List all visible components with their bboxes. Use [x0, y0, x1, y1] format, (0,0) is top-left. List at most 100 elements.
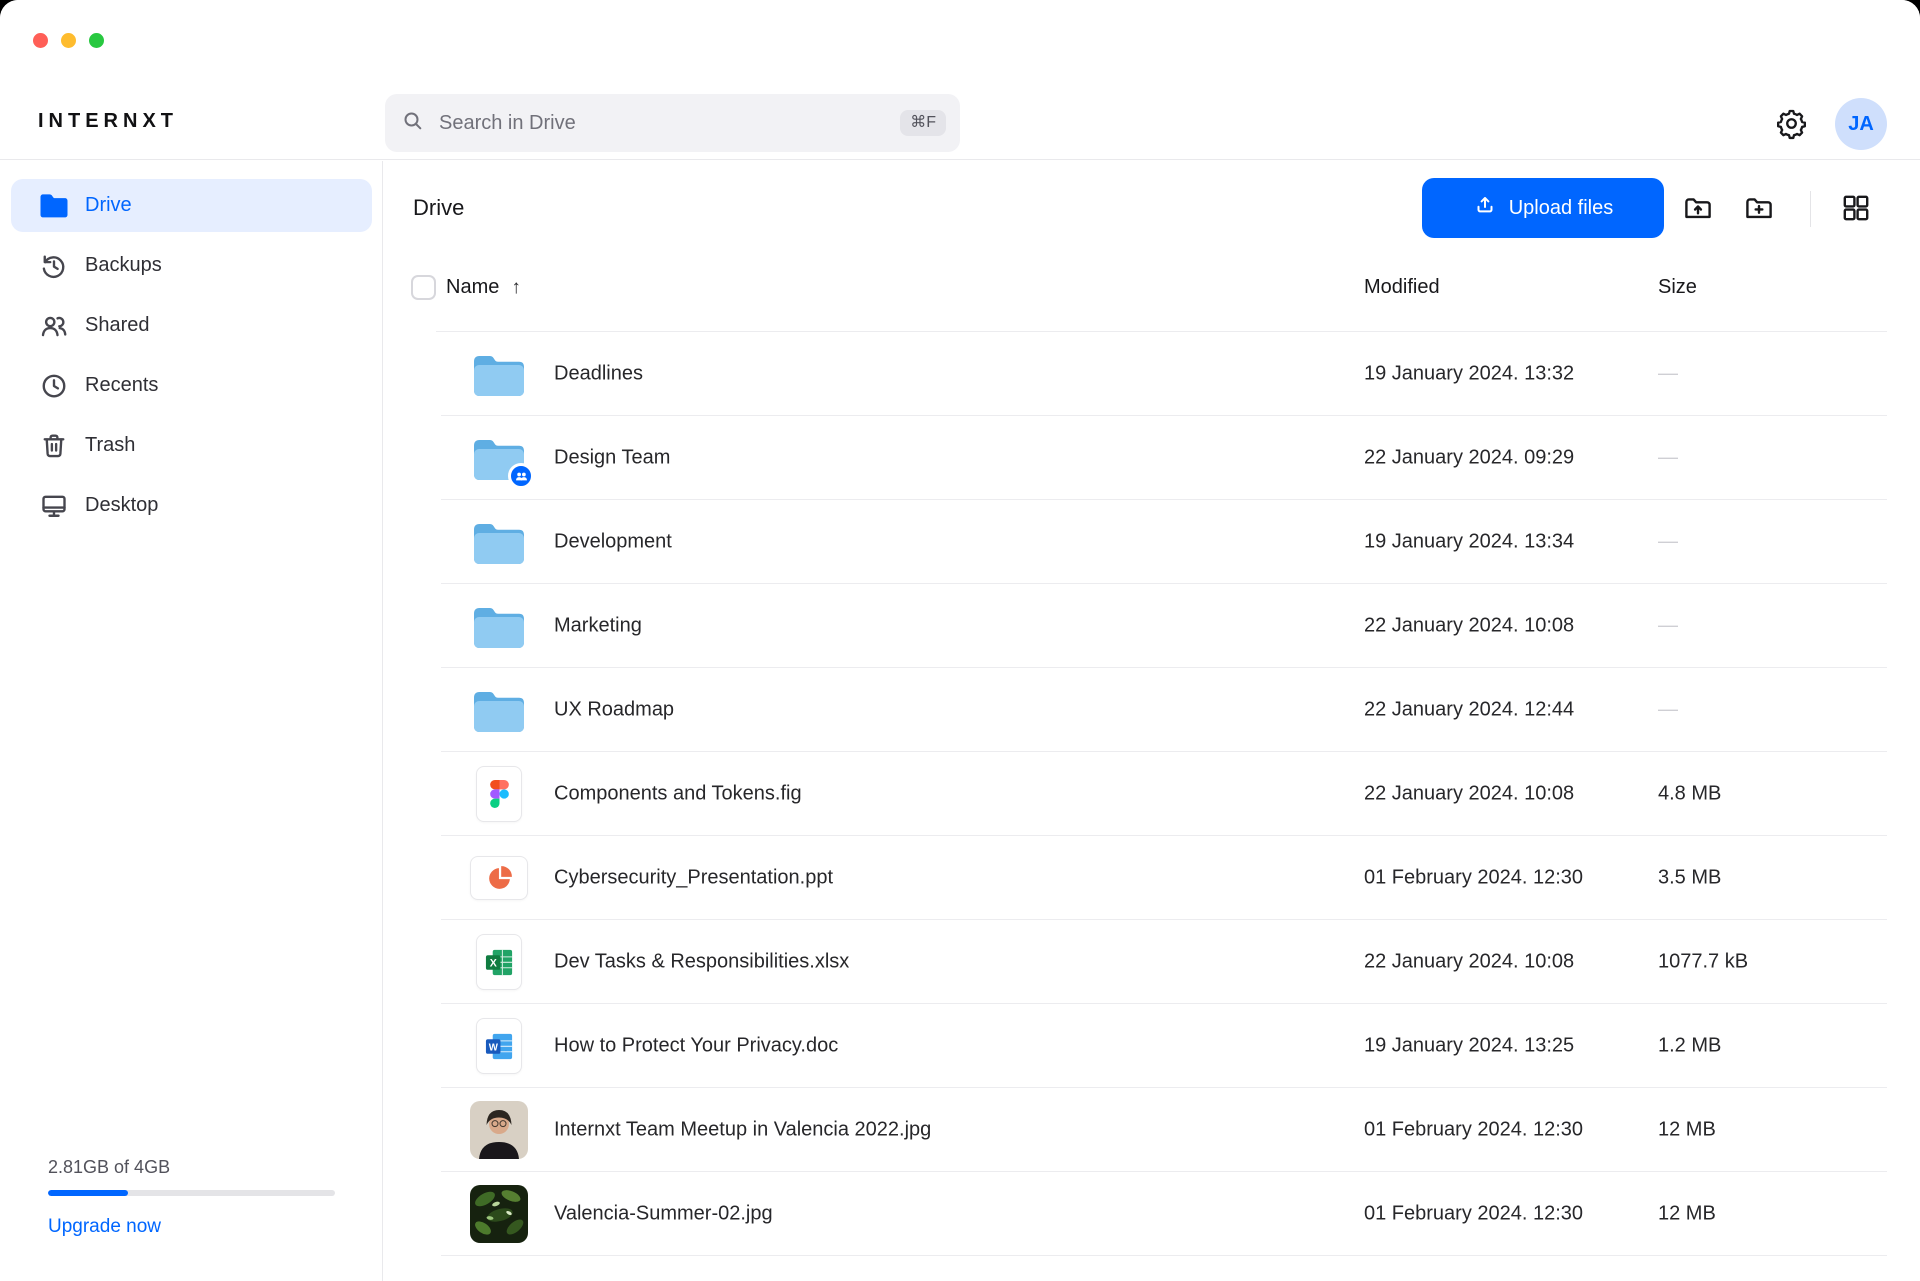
sidebar-item-shared[interactable]: Shared — [11, 299, 372, 352]
search-icon — [401, 109, 425, 138]
minimize-window-button[interactable] — [61, 33, 76, 48]
new-folder-button[interactable] — [1742, 192, 1776, 226]
table-row[interactable]: Design Team 22 January 2024. 09:29 — — [411, 416, 1887, 500]
drive-folder-icon — [38, 190, 70, 222]
column-header-size[interactable]: Size — [1658, 276, 1697, 299]
clock-icon — [38, 370, 70, 402]
file-modified-date: 01 February 2024. 12:30 — [1364, 1203, 1583, 1226]
table-row[interactable]: Cybersecurity_Presentation.ppt 01 Februar… — [411, 836, 1887, 920]
folder-icon — [468, 332, 530, 416]
window-controls — [33, 33, 104, 48]
sidebar-item-label: Drive — [85, 194, 132, 217]
sort-ascending-icon: ↑ — [511, 277, 521, 299]
upload-folder-button[interactable] — [1681, 192, 1715, 226]
upload-files-button[interactable]: Upload files — [1422, 178, 1664, 238]
file-name: Marketing — [554, 615, 642, 638]
table-row[interactable]: Components and Tokens.fig22 January 2024… — [411, 752, 1887, 836]
file-name: Dev Tasks & Responsibilities.xlsx — [554, 951, 849, 974]
zoom-window-button[interactable] — [89, 33, 104, 48]
file-name: How to Protect Your Privacy.doc — [554, 1035, 838, 1058]
table-row[interactable]: Internxt Team Meetup in Valencia 2022.jp… — [411, 1088, 1887, 1172]
folder-shared-icon — [468, 416, 530, 500]
file-modified-date: 01 February 2024. 12:30 — [1364, 1119, 1583, 1142]
file-modified-date: 22 January 2024. 09:29 — [1364, 447, 1574, 470]
folder-icon — [468, 668, 530, 752]
file-name: Development — [554, 531, 672, 554]
people-icon — [38, 310, 70, 342]
grid-view-button[interactable] — [1839, 192, 1873, 226]
storage-progress-bar — [48, 1190, 335, 1196]
search-bar[interactable]: ⌘F — [385, 94, 960, 152]
grid-view-icon — [1840, 192, 1872, 227]
trash-icon — [38, 430, 70, 462]
user-avatar[interactable]: JA — [1835, 98, 1887, 150]
toolbar-divider — [1810, 191, 1811, 227]
file-size: 4.8 MB — [1658, 783, 1721, 806]
table-row[interactable]: W How to Protect Your Privacy.doc 19 Janua… — [411, 1004, 1887, 1088]
file-name: UX Roadmap — [554, 699, 674, 722]
storage-panel: 2.81GB of 4GB Upgrade now — [48, 1157, 335, 1238]
file-name: Cybersecurity_Presentation.ppt — [554, 867, 833, 890]
sidebar-item-label: Trash — [85, 434, 135, 457]
svg-text:W: W — [488, 1042, 498, 1053]
excel-icon: X — [468, 920, 530, 1004]
main-panel: Drive Upload files — [384, 161, 1920, 1281]
file-name: Design Team — [554, 447, 670, 470]
sidebar: Drive Backups Shared Recents Trash Desktop 2.… — [0, 161, 383, 1281]
table-row[interactable]: Valencia-Summer-02.jpg01 February 2024. … — [411, 1172, 1887, 1256]
table-header: Name ↑ Modified Size — [411, 255, 1887, 332]
folder-plus-icon — [1743, 192, 1775, 227]
table-row[interactable]: Development 19 January 2024. 13:34 — — [411, 500, 1887, 584]
upload-icon — [1473, 193, 1497, 223]
file-modified-date: 22 January 2024. 10:08 — [1364, 951, 1574, 974]
file-modified-date: 01 February 2024. 12:30 — [1364, 867, 1583, 890]
file-size: — — [1658, 363, 1678, 386]
file-size: 3.5 MB — [1658, 867, 1721, 890]
sidebar-item-drive[interactable]: Drive — [11, 179, 372, 232]
file-size: — — [1658, 447, 1678, 470]
desktop-icon — [38, 490, 70, 522]
storage-progress-fill — [48, 1190, 128, 1196]
photo-person-icon — [468, 1088, 530, 1172]
sidebar-nav: Drive Backups Shared Recents Trash Desktop — [0, 179, 383, 532]
file-modified-date: 19 January 2024. 13:34 — [1364, 531, 1574, 554]
file-modified-date: 19 January 2024. 13:32 — [1364, 363, 1574, 386]
upload-button-label: Upload files — [1509, 197, 1614, 220]
folder-upload-icon — [1682, 192, 1714, 227]
backup-icon — [38, 250, 70, 282]
sidebar-item-label: Recents — [85, 374, 158, 397]
table-row[interactable]: Deadlines19 January 2024. 13:32— — [411, 332, 1887, 416]
file-modified-date: 19 January 2024. 13:25 — [1364, 1035, 1574, 1058]
select-all-checkbox[interactable] — [411, 275, 436, 300]
settings-button[interactable] — [1773, 107, 1809, 143]
photo-leaves-icon — [468, 1172, 530, 1256]
column-header-modified[interactable]: Modified — [1364, 276, 1440, 299]
file-size: 1077.7 kB — [1658, 951, 1748, 974]
sidebar-item-desktop[interactable]: Desktop — [11, 479, 372, 532]
table-row[interactable]: UX Roadmap22 January 2024. 12:44— — [411, 668, 1887, 752]
sidebar-item-recents[interactable]: Recents — [11, 359, 372, 412]
sidebar-item-backups[interactable]: Backups — [11, 239, 372, 292]
upgrade-now-link[interactable]: Upgrade now — [48, 1216, 161, 1238]
column-header-name[interactable]: Name ↑ — [446, 276, 521, 299]
folder-icon — [468, 500, 530, 584]
table-row[interactable]: X Dev Tasks & Responsibilities.xlsx 22 Jan… — [411, 920, 1887, 1004]
sidebar-item-label: Desktop — [85, 494, 158, 517]
sidebar-item-trash[interactable]: Trash — [11, 419, 372, 472]
close-window-button[interactable] — [33, 33, 48, 48]
app-window: INTERNXT ⌘F JA Drive Backups Shared Recents… — [0, 0, 1920, 1281]
search-input[interactable] — [437, 111, 900, 136]
internxt-logo: INTERNXT — [38, 110, 178, 133]
sidebar-item-label: Shared — [85, 314, 150, 337]
table-body: Deadlines19 January 2024. 13:32—Design T… — [411, 332, 1887, 1256]
file-size: — — [1658, 531, 1678, 554]
page-title: Drive — [413, 195, 464, 221]
powerpoint-icon — [468, 836, 530, 920]
figma-icon — [468, 752, 530, 836]
file-size: 1.2 MB — [1658, 1035, 1721, 1058]
table-row[interactable]: Marketing22 January 2024. 10:08— — [411, 584, 1887, 668]
file-size: 12 MB — [1658, 1119, 1716, 1142]
file-modified-date: 22 January 2024. 10:08 — [1364, 783, 1574, 806]
gear-icon — [1775, 107, 1808, 143]
word-icon: W — [468, 1004, 530, 1088]
